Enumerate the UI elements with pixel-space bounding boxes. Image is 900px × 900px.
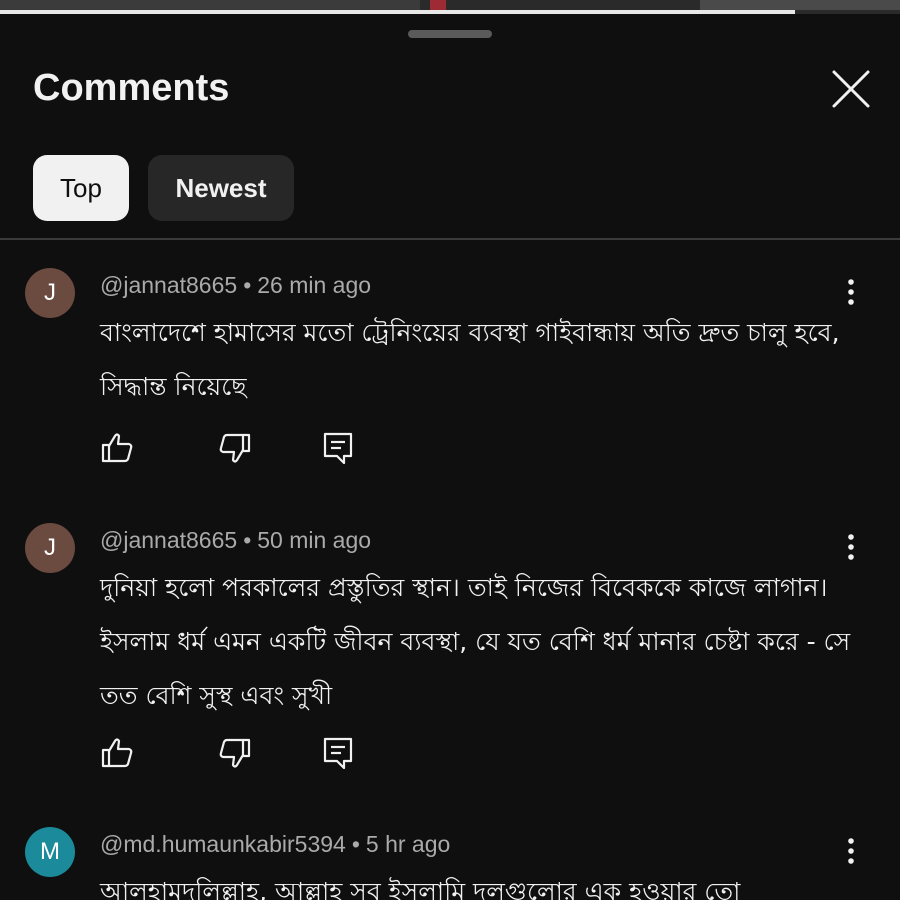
reply-button[interactable]: [320, 735, 356, 771]
comment-text: বাংলাদেশে হামাসের মতো ট্রেনিংয়ের ব্যবস্…: [100, 318, 840, 401]
thumbs-down-icon: [219, 738, 251, 768]
comment-time[interactable]: 50 min ago: [257, 527, 371, 553]
reply-icon: [323, 737, 353, 770]
video-preview-strip: [0, 0, 900, 14]
meta-separator: •: [243, 272, 252, 298]
comment-text: আলহামদুলিল্লাহ, আল্লাহ সব ইসলামি দলগুলোর…: [100, 877, 741, 900]
avatar-letter: J: [44, 279, 56, 306]
page-title: Comments: [33, 67, 230, 109]
dislike-button[interactable]: [216, 430, 252, 466]
meta-separator: •: [243, 527, 252, 553]
comment-meta: @md.humaunkabir5394 • 5 hr ago: [100, 831, 450, 858]
comment-author[interactable]: @jannat8665: [100, 527, 237, 553]
comment-time[interactable]: 26 min ago: [257, 272, 371, 298]
comment-text: দুনিয়া হলো পরকালের প্রস্তুতির স্থান। তা…: [100, 573, 851, 710]
comments-sheet: Comments Top Newest J @jannat8665 • 26 min…: [0, 14, 900, 900]
meta-separator: •: [351, 831, 360, 857]
reply-button[interactable]: [320, 430, 356, 466]
video-preview-area-right: [700, 0, 900, 10]
comment-meta: @jannat8665 • 26 min ago: [100, 272, 371, 299]
like-button[interactable]: [100, 735, 136, 771]
avatar[interactable]: J: [25, 268, 75, 318]
close-button[interactable]: [826, 64, 876, 114]
drag-handle[interactable]: [408, 30, 492, 38]
comment-meta: @jannat8665 • 50 min ago: [100, 527, 371, 554]
thumbs-up-icon: [101, 433, 133, 463]
dislike-button[interactable]: [216, 735, 252, 771]
sort-top-chip[interactable]: Top: [33, 155, 129, 221]
avatar[interactable]: J: [25, 523, 75, 573]
like-button[interactable]: [100, 430, 136, 466]
thumbs-up-icon: [101, 738, 133, 768]
divider: [0, 238, 900, 240]
comment-author[interactable]: @md.humaunkabir5394: [100, 831, 346, 857]
avatar[interactable]: M: [25, 827, 75, 877]
video-preview-accent: [430, 0, 446, 10]
comment-item: M @md.humaunkabir5394 • 5 hr ago আলহামদুলি…: [0, 827, 900, 900]
video-preview-area: [0, 0, 420, 10]
avatar-letter: J: [44, 534, 56, 561]
thumbs-down-icon: [219, 433, 251, 463]
comment-time[interactable]: 5 hr ago: [366, 831, 450, 857]
sort-newest-chip[interactable]: Newest: [148, 155, 294, 221]
comment-author[interactable]: @jannat8665: [100, 272, 237, 298]
reply-icon: [323, 432, 353, 465]
close-icon: [832, 70, 870, 108]
avatar-letter: M: [40, 838, 60, 865]
